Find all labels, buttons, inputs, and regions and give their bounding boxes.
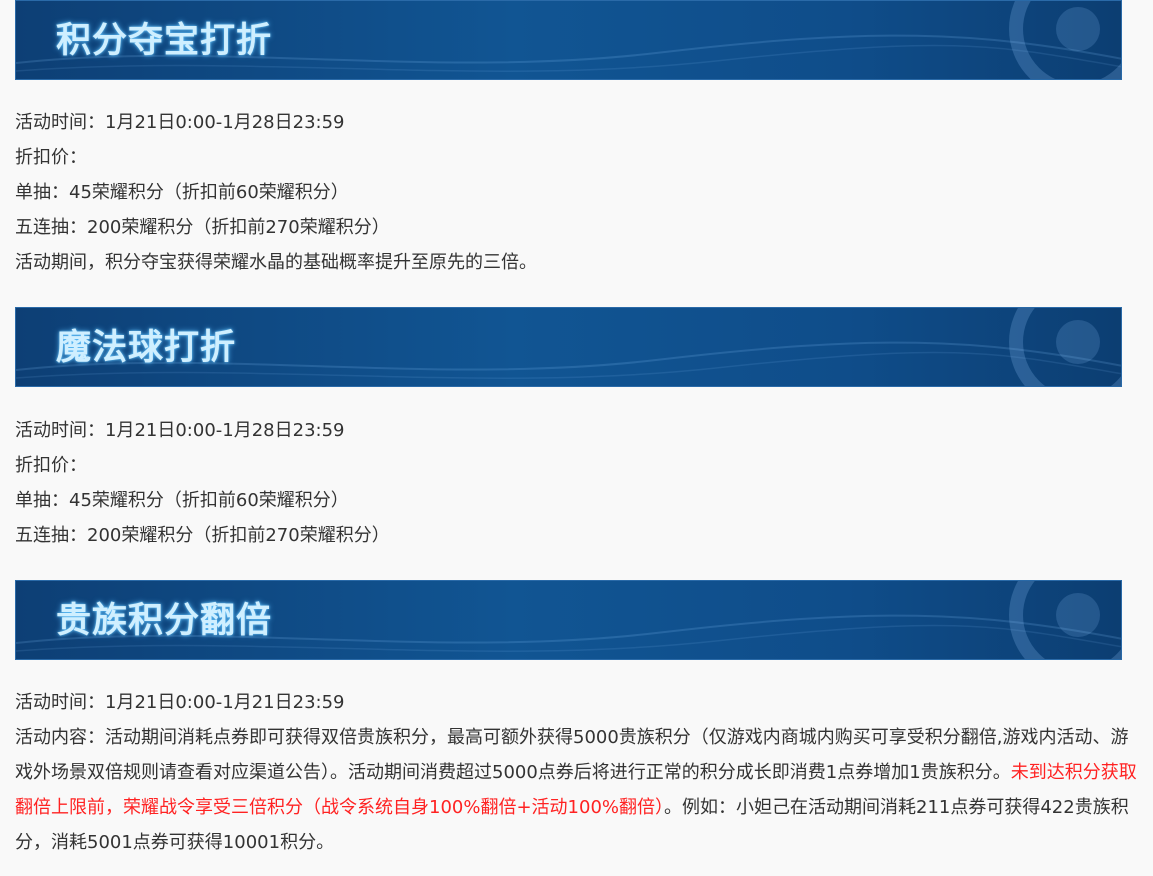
section-title: 积分夺宝打折 xyxy=(56,21,273,61)
section-body-2: 活动时间：1月21日0:00-1月28日23:59 折扣价： 单抽：45荣耀积分… xyxy=(15,413,1140,553)
activity-time: 活动时间：1月21日0:00-1月21日23:59 xyxy=(15,692,345,713)
activity-time: 活动时间：1月21日0:00-1月28日23:59 xyxy=(15,112,345,133)
section-title: 贵族积分翻倍 xyxy=(56,601,273,641)
section-body-1: 活动时间：1月21日0:00-1月28日23:59 折扣价： 单抽：45荣耀积分… xyxy=(15,105,1140,280)
single-draw-price: 单抽：45荣耀积分（折扣前60荣耀积分） xyxy=(15,182,349,203)
section-banner-3: 贵族积分翻倍 xyxy=(15,580,1122,660)
discount-price-label: 折扣价： xyxy=(15,147,87,168)
section-banner-2: 魔法球打折 xyxy=(15,307,1122,387)
activity-time: 活动时间：1月21日0:00-1月28日23:59 xyxy=(15,420,345,441)
discount-price-label: 折扣价： xyxy=(15,455,87,476)
probability-note: 活动期间，积分夺宝获得荣耀水晶的基础概率提升至原先的三倍。 xyxy=(15,252,537,273)
five-draw-price: 五连抽：200荣耀积分（折扣前270荣耀积分） xyxy=(15,217,390,238)
activity-content: 活动内容：活动期间消耗点券即可获得双倍贵族积分，最高可额外获得5000贵族积分（… xyxy=(15,720,1140,860)
single-draw-price: 单抽：45荣耀积分（折扣前60荣耀积分） xyxy=(15,490,349,511)
section-title: 魔法球打折 xyxy=(56,328,237,368)
content-text: 活动内容：活动期间消耗点券即可获得双倍贵族积分，最高可额外获得5000贵族积分（… xyxy=(15,727,1129,783)
section-banner-1: 积分夺宝打折 xyxy=(15,0,1122,80)
section-body-3: 活动时间：1月21日0:00-1月21日23:59 活动内容：活动期间消耗点券即… xyxy=(15,685,1140,860)
five-draw-price: 五连抽：200荣耀积分（折扣前270荣耀积分） xyxy=(15,525,390,546)
